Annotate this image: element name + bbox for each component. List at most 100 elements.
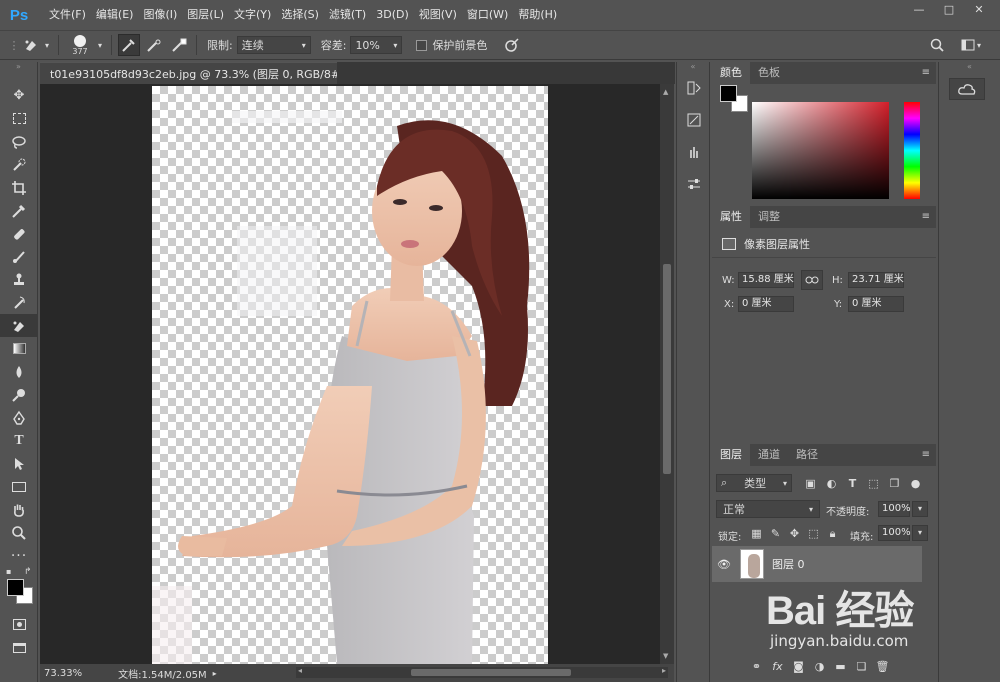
hand-tool-icon[interactable] [0, 498, 38, 521]
search-icon[interactable] [926, 34, 948, 56]
brush-settings-panel-icon[interactable] [677, 136, 711, 168]
protect-foreground-option[interactable]: 保护前景色 [416, 37, 487, 53]
foreground-color-swatch[interactable] [7, 579, 24, 596]
move-tool-icon[interactable]: ✥ [0, 84, 38, 107]
y-field[interactable]: 0 厘米 [848, 296, 904, 312]
vertical-scrollbar[interactable]: ▲ ▼ [660, 84, 674, 664]
scroll-left-icon[interactable]: ◂ [298, 666, 302, 675]
menu-item[interactable]: 滤镜(T) [324, 0, 371, 30]
hue-slider[interactable] [904, 102, 920, 199]
horizontal-scrollbar[interactable]: ◂ ▸ [296, 666, 668, 678]
brush-tool-icon[interactable] [0, 245, 38, 268]
vertical-scroll-thumb[interactable] [663, 264, 671, 474]
menu-item[interactable]: 图层(L) [182, 0, 229, 30]
new-layer-icon[interactable]: ❏ [853, 658, 870, 675]
toolbar-collapse-icon[interactable]: » [0, 62, 37, 84]
quick-selection-tool-icon[interactable] [0, 153, 38, 176]
tab-layers[interactable]: 图层 [712, 444, 750, 466]
blend-mode-select[interactable]: 正常 ▾ [716, 500, 820, 518]
panel-menu-icon[interactable]: ≡ [922, 449, 930, 460]
quick-mask-icon[interactable] [0, 613, 38, 636]
adjustment-layer-icon[interactable]: ◑ [811, 658, 828, 675]
opacity-field[interactable]: 100% [878, 501, 911, 517]
color-field[interactable] [752, 102, 889, 199]
protect-foreground-checkbox[interactable] [416, 39, 428, 51]
filter-smart-object-icon[interactable]: ❐ [886, 475, 903, 492]
filter-type-icon[interactable]: T [844, 475, 861, 492]
path-selection-tool-icon[interactable] [0, 452, 38, 475]
panel-menu-icon[interactable]: ≡ [922, 67, 930, 78]
dodge-tool-icon[interactable] [0, 383, 38, 406]
sampling-background-swatch-icon[interactable] [168, 34, 190, 56]
filter-toggle-icon[interactable]: ● [907, 475, 924, 492]
image-canvas[interactable] [152, 86, 548, 664]
maximize-button[interactable]: □ [934, 0, 964, 18]
history-brush-tool-icon[interactable] [0, 291, 38, 314]
adjustment-sliders-icon[interactable] [677, 168, 711, 200]
layer-name[interactable]: 图层 0 [772, 556, 805, 572]
status-menu-icon[interactable]: ▸ [213, 669, 217, 678]
filter-shape-icon[interactable]: ⬚ [865, 475, 882, 492]
layer-filter-select[interactable]: ⌕ 类型 ▾ [716, 474, 792, 492]
tool-preset-dropdown-icon[interactable]: ▾ [42, 34, 52, 56]
menu-item[interactable]: 图像(I) [138, 0, 182, 30]
color-panel-foreground-swatch[interactable] [720, 85, 737, 102]
lasso-tool-icon[interactable] [0, 130, 38, 153]
tab-properties[interactable]: 属性 [712, 206, 750, 228]
fx-icon[interactable]: fx [769, 658, 786, 675]
gradient-tool-icon[interactable] [0, 337, 38, 360]
minimize-button[interactable]: — [904, 0, 934, 18]
link-layers-icon[interactable]: ⚭ [748, 658, 765, 675]
collapse-grip-icon[interactable]: « [939, 62, 1000, 72]
eyedropper-tool-icon[interactable] [0, 199, 38, 222]
new-group-icon[interactable]: ▬ [832, 658, 849, 675]
actions-panel-icon[interactable] [677, 104, 711, 136]
scroll-down-icon[interactable]: ▼ [663, 652, 668, 660]
zoom-level[interactable]: 73.33% [44, 668, 82, 679]
menu-item[interactable]: 窗口(W) [462, 0, 513, 30]
marquee-tool-icon[interactable] [0, 107, 38, 130]
blur-tool-icon[interactable] [0, 360, 38, 383]
brush-preset-picker[interactable]: 377 [65, 34, 95, 56]
menu-item[interactable]: 选择(S) [276, 0, 324, 30]
link-dimensions-icon[interactable] [801, 270, 823, 290]
background-eraser-tool-icon[interactable] [0, 314, 38, 337]
trash-icon[interactable]: 🗑︎ [874, 658, 891, 675]
opacity-dropdown-icon[interactable]: ▾ [912, 501, 928, 517]
libraries-panel-icon[interactable] [949, 78, 985, 100]
tab-adjustments[interactable]: 调整 [750, 206, 788, 228]
height-field[interactable]: 23.71 厘米 [848, 272, 904, 288]
sampling-continuous-icon[interactable] [118, 34, 140, 56]
more-tools-icon[interactable]: ··· [0, 544, 38, 567]
document-tab[interactable]: t01e93105df8d93c2eb.jpg @ 73.3% (图层 0, R… [40, 62, 371, 84]
menu-item[interactable]: 文字(Y) [229, 0, 276, 30]
lock-transparent-icon[interactable]: ▦ [748, 525, 765, 542]
canvas-area[interactable] [40, 84, 660, 664]
brush-dropdown-icon[interactable]: ▾ [95, 34, 105, 56]
pressure-size-icon[interactable] [501, 34, 523, 56]
tab-swatches[interactable]: 色板 [750, 62, 788, 84]
fill-field[interactable]: 100% [878, 525, 911, 541]
tab-channels[interactable]: 通道 [750, 444, 788, 466]
eye-icon[interactable]: 👁︎ [712, 558, 736, 571]
menu-item[interactable]: 帮助(H) [513, 0, 562, 30]
lock-image-icon[interactable]: ✎ [767, 525, 784, 542]
zoom-tool-icon[interactable] [0, 521, 38, 544]
horizontal-scroll-thumb[interactable] [411, 669, 571, 676]
healing-brush-tool-icon[interactable] [0, 222, 38, 245]
collapse-grip-icon[interactable]: « [677, 62, 709, 72]
background-eraser-tool-icon[interactable] [20, 34, 42, 56]
workspace-switcher-icon[interactable]: ▾ [956, 34, 986, 56]
menu-item[interactable]: 视图(V) [414, 0, 462, 30]
default-colors-icon[interactable]: ▪ [6, 567, 11, 576]
filter-adjustment-icon[interactable]: ◐ [823, 475, 840, 492]
history-panel-icon[interactable] [677, 72, 711, 104]
pen-tool-icon[interactable] [0, 406, 38, 429]
menu-item[interactable]: 文件(F) [44, 0, 91, 30]
scroll-up-icon[interactable]: ▲ [663, 88, 668, 96]
rectangle-tool-icon[interactable] [0, 475, 38, 498]
close-button[interactable]: ✕ [964, 0, 994, 18]
sampling-once-icon[interactable] [143, 34, 165, 56]
swap-colors-icon[interactable]: ↱ [24, 567, 32, 577]
tab-paths[interactable]: 路径 [788, 444, 826, 466]
